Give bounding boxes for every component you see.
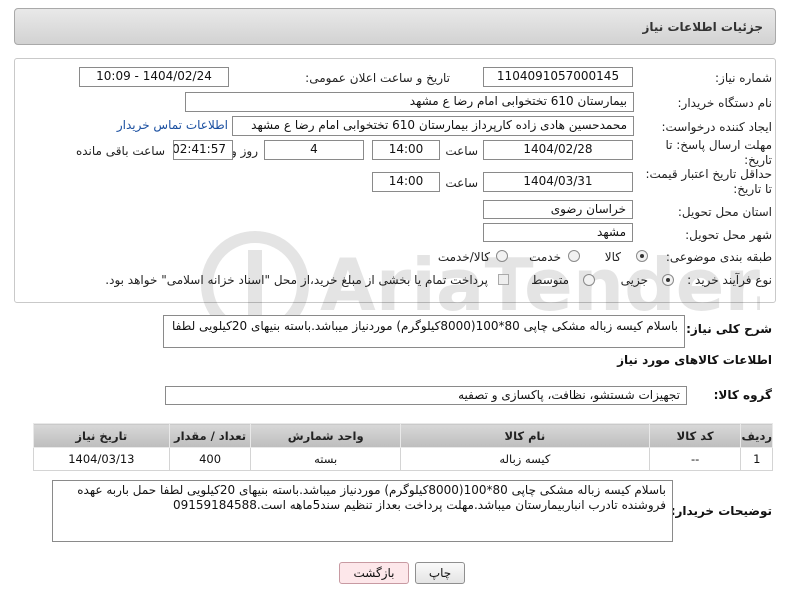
page-title: جزئیات اطلاعات نیاز [642,20,763,34]
days-label: روز و [231,144,258,158]
purchase-option-minor: جزیی [620,273,648,287]
need-number-field: 1104091057000145 [483,67,633,87]
category-option-goods: کالا [604,250,621,264]
treasury-payment-note: پرداخت تمام یا بخشی از مبلغ خرید،از محل … [105,273,488,287]
goods-group-label: گروه کالا: [713,388,772,402]
purchase-radio-minor[interactable] [662,274,674,286]
purchase-radio-medium[interactable] [583,274,595,286]
category-radio-goods[interactable] [636,250,648,262]
reply-date-field: 1404/02/28 [483,140,633,160]
col-header-need-date: تاریخ نیاز [33,423,170,448]
treasury-payment-checkbox[interactable] [498,274,509,285]
price-time-field: 14:00 [372,172,440,192]
cell-item-name: کیسه زباله [399,447,650,471]
goods-info-title: اطلاعات کالاهای مورد نیاز [617,353,772,367]
time-remaining-label: ساعت باقی مانده [75,144,165,158]
time-remaining-field: 02:41:57 [173,140,233,160]
buyer-notes-label: توضیحات خریدار: [670,504,772,518]
province-field: خراسان رضوی [483,200,633,219]
items-table: ردیف کد کالا نام کالا واحد شمارش تعداد /… [33,423,773,471]
cell-quantity: 400 [168,447,252,471]
reply-deadline-label: مهلت ارسال پاسخ: تا تاریخ: [665,138,772,167]
col-header-row-number: ردیف [740,423,773,448]
buyer-org-field: بیمارستان 610 تختخوابی امام رضا ع مشهد [185,92,634,112]
city-label: شهر محل تحویل: [685,228,772,242]
col-header-item-code: کد کالا [648,423,742,448]
category-option-service: خدمت [529,250,561,264]
col-header-unit: واحد شمارش [250,423,401,448]
price-time-label: ساعت [445,176,478,190]
col-header-item-name: نام کالا [399,423,650,448]
print-button[interactable]: چاپ [415,562,465,584]
reply-time-field: 14:00 [372,140,440,160]
category-radio-goods-service[interactable] [496,250,508,262]
requester-field: محمدحسین هادی زاده کارپرداز بیمارستان 61… [232,116,634,136]
category-label: طبقه بندی موضوعی: [665,250,772,264]
category-radio-service[interactable] [568,250,580,262]
reply-time-label: ساعت [445,144,478,158]
purchase-type-label: نوع فرآیند خرید : [687,273,772,287]
announce-label: تاریخ و ساعت اعلان عمومی: [305,71,450,85]
back-button[interactable]: بازگشت [339,562,409,584]
price-date-field: 1404/03/31 [483,172,633,192]
goods-group-field: تجهیزات شستشو، نظافت، پاکسازی و تصفیه [165,386,687,405]
cell-unit: بسته [250,447,401,471]
purchase-option-medium: متوسط [531,273,569,287]
days-remaining-field: 4 [264,140,364,160]
cell-item-code: -- [648,447,742,471]
price-validity-label: حداقل تاریخ اعتبار قیمت: تا تاریخ: [645,167,772,196]
category-option-goods-service: کالا/خدمت [437,250,490,264]
table-header-row: ردیف کد کالا نام کالا واحد شمارش تعداد /… [33,423,773,448]
buyer-org-label: نام دستگاه خریدار: [677,96,773,110]
buyer-contact-link[interactable]: اطلاعات تماس خریدار [117,118,228,132]
announce-datetime-field: 1404/02/24 - 10:09 [79,67,229,87]
province-label: استان محل تحویل: [677,205,772,219]
summary-label: شرح کلی نیاز: [686,322,772,336]
page-header: جزئیات اطلاعات نیاز [14,8,776,45]
col-header-quantity: تعداد / مقدار [168,423,252,448]
cell-need-date: 1404/03/13 [33,447,170,471]
summary-textarea[interactable]: باسلام کیسه زباله مشکی چاپی 80*100(8000ک… [163,315,685,348]
city-field: مشهد [483,223,633,242]
table-row: 1 -- کیسه زباله بسته 400 1404/03/13 [33,447,773,471]
buyer-notes-textarea[interactable]: باسلام کیسه زباله مشکی چاپی 80*100(8000ک… [52,480,673,542]
need-number-label: شماره نیاز: [715,71,772,85]
requester-label: ایجاد کننده درخواست: [661,120,772,134]
cell-row-number: 1 [740,447,773,471]
